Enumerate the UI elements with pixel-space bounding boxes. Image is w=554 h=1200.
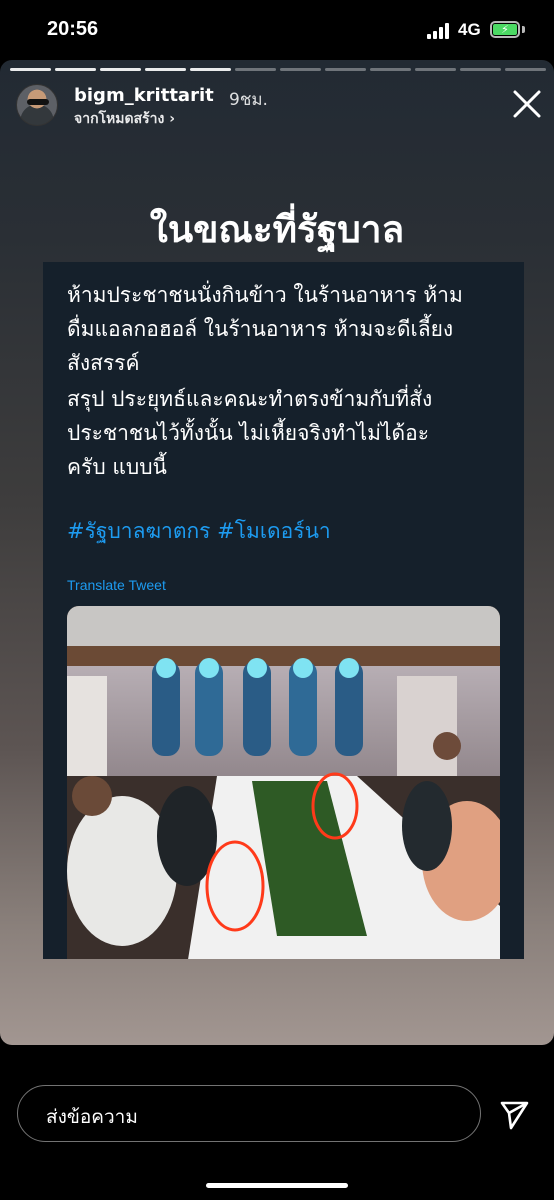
story-card[interactable]: bigm_krittarit 9ชม. จากโหมดสร้าง › ในขณะ… [0,60,554,1045]
tweet-paragraph-2: สรุป ประยุทธ์และคณะทำตรงข้ามกับที่สั่ง ป… [67,382,507,484]
story-time-ago: 9ชม. [229,90,268,110]
tweet-line: สังสรรค์ [67,351,140,375]
story-progress-segment [145,68,186,71]
story-progress-segment [460,68,501,71]
tweet-paragraph-1: ห้ามประชาชนนั่งกินข้าว ในร้านอาหาร ห้าม … [67,278,507,380]
story-progress-segment [55,68,96,71]
story-progress-segment [235,68,276,71]
tweet-hashtags: #รัฐบาลฆาตกร #โมเดอร์นา [67,519,331,543]
story-progress-segment [190,68,231,71]
banquet-photo [67,606,500,959]
status-time: 20:56 [47,18,99,40]
tweet-line: ดื่มแอลกอฮอล์ ในร้านอาหาร ห้ามจะดีเลี้ยง [67,317,454,341]
tweet-line: สรุป ประยุทธ์และคณะทำตรงข้ามกับที่สั่ง [67,387,433,411]
message-input[interactable]: ส่งข้อความ [17,1085,481,1142]
close-icon[interactable] [509,86,545,122]
story-progress-segment [280,68,321,71]
story-username[interactable]: bigm_krittarit [74,85,214,106]
tweet-screenshot: ห้ามประชาชนนั่งกินข้าว ในร้านอาหาร ห้าม … [43,262,524,959]
story-progress-segment [415,68,456,71]
story-headline: ในขณะที่รัฐบาล [149,208,405,251]
story-progress-bar [10,68,546,71]
tweet-line: ครับ แบบนี้ [67,455,167,479]
avatar-glasses [27,99,49,105]
status-bar: 20:56 4G ⚡ [0,0,554,60]
translate-tweet-link: Translate Tweet [67,577,166,593]
home-indicator [206,1183,348,1188]
story-progress-segment [370,68,411,71]
tweet-line: ประชาชนไว้ทั้งนั้น ไม่เหี้ยจริงทำไม่ได้อ… [67,421,430,445]
tweet-line: ห้ามประชาชนนั่งกินข้าว ในร้านอาหาร ห้าม [67,283,463,307]
battery-fill: ⚡ [493,23,517,36]
battery-charging-icon: ⚡ [490,21,520,38]
message-placeholder: ส่งข้อความ [46,1106,138,1128]
story-progress-segment [325,68,366,71]
avatar[interactable] [16,84,58,126]
battery-tip [522,26,525,33]
story-create-mode-link[interactable]: จากโหมดสร้าง › [74,108,175,130]
network-type: 4G [458,20,481,39]
story-progress-segment [505,68,546,71]
story-progress-segment [10,68,51,71]
send-icon[interactable] [497,1097,531,1131]
signal-icon [427,23,452,39]
story-progress-segment [100,68,141,71]
